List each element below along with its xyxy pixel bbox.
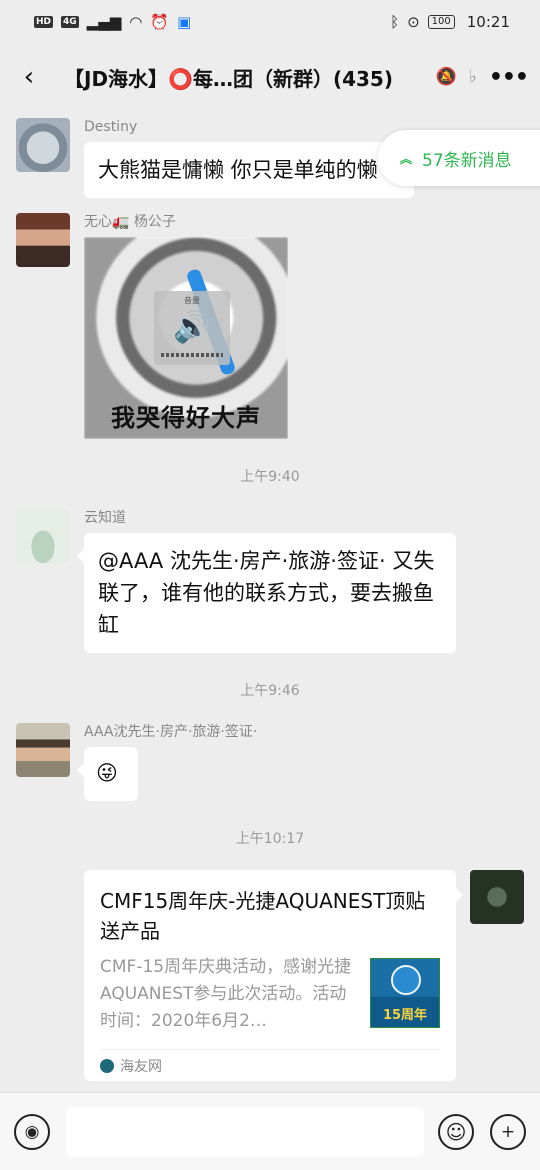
signal-icon: ▂▄▆ <box>86 13 122 31</box>
speaker-icon: 🔊 <box>173 310 211 345</box>
avatar[interactable] <box>16 509 70 563</box>
my-avatar[interactable] <box>470 870 524 924</box>
sender-name: 云知道 <box>84 510 126 526</box>
message-item: AAA沈先生·房产·旅游·签证· 😜 <box>16 723 257 801</box>
smiley-icon: ☺ <box>445 1119 467 1144</box>
message-bubble[interactable]: @AAA 沈先生·房产·旅游·签证· 又失联了，谁有他的联系方式，要去搬鱼缸 <box>77 533 456 653</box>
chat-title: 【JD海水】⭕每…团（新群）(435) <box>64 66 393 91</box>
time-separator: 上午9:46 <box>240 683 300 699</box>
double-chevron-up-icon: ︽ <box>400 151 413 166</box>
message-item: Destiny 大熊猫是慵懒 你只是单纯的懒 <box>16 118 414 198</box>
new-messages-label: 57条新消息 <box>422 150 512 171</box>
thumbnail-text: 15周年 <box>382 1008 428 1023</box>
plus-button[interactable]: + <box>490 1113 526 1150</box>
location-icon: ⊙ <box>407 13 420 31</box>
status-bar: HD 4G ▂▄▆ ◠ ⏰ ▣ ᛒ ⊙ 100 10:21 <box>0 0 540 44</box>
status-time: 10:21 <box>466 13 510 31</box>
sticker-image[interactable]: 音量 🔊 我哭得好大声 <box>84 237 288 439</box>
link-card-source: 海友网 <box>120 1058 162 1075</box>
message-bubble[interactable]: 😜 <box>77 747 138 801</box>
more-button[interactable]: ••• <box>489 65 529 90</box>
message-item: 云知道 @AAA 沈先生·房产·旅游·签证· 又失联了，谁有他的联系方式，要去搬… <box>16 509 456 653</box>
new-messages-button[interactable]: ︽ 57条新消息 <box>378 130 540 186</box>
source-icon <box>100 1058 114 1073</box>
link-card-thumbnail: 15周年 <box>370 958 440 1028</box>
wifi-icon: ◠ <box>129 13 143 31</box>
volume-bar <box>161 353 223 357</box>
voice-button[interactable]: ◉ <box>14 1113 50 1150</box>
hd-indicator: HD <box>34 16 54 28</box>
time-separator: 上午10:17 <box>235 831 305 847</box>
battery-indicator: 100 <box>427 15 455 29</box>
sender-name: Destiny <box>84 119 138 135</box>
sender-name: AAA沈先生·房产·旅游·签证· <box>84 724 258 740</box>
message-input[interactable] <box>66 1106 424 1157</box>
thumbnail-logo-icon <box>391 965 421 995</box>
back-button[interactable]: ‹ <box>12 57 46 97</box>
link-card-title: CMF15周年庆-光捷AQUANEST顶贴送产品 <box>100 889 426 943</box>
link-card-footer: 海友网 <box>100 1049 440 1081</box>
avatar[interactable] <box>16 213 70 267</box>
bluetooth-icon: ᛒ <box>390 13 400 31</box>
link-card-description: CMF-15周年庆典活动，感谢光捷AQUANEST参与此次活动。活动时间：202… <box>100 957 352 1031</box>
alipay-icon: ▣ <box>177 13 192 31</box>
network-type-indicator: 4G <box>61 16 79 28</box>
message-item: CMF15周年庆-光捷AQUANEST顶贴送产品 CMF-15周年庆典活动，感谢… <box>84 870 524 1081</box>
chevron-left-icon: ‹ <box>23 62 35 92</box>
link-card[interactable]: CMF15周年庆-光捷AQUANEST顶贴送产品 CMF-15周年庆典活动，感谢… <box>84 870 463 1081</box>
message-bubble[interactable]: 大熊猫是慵懒 你只是单纯的懒 <box>84 142 414 198</box>
avatar[interactable] <box>16 118 70 172</box>
ear-icon: ♭ <box>468 67 477 87</box>
alarm-icon: ⏰ <box>150 13 170 31</box>
time-separator: 上午9:40 <box>240 469 300 485</box>
chat-header: ‹ 【JD海水】⭕每…团（新群）(435) 🔕 ♭ ••• <box>0 44 540 110</box>
sender-name: 无心🚛 杨公子 <box>84 214 176 230</box>
plus-icon: + <box>500 1121 516 1142</box>
voice-icon: ◉ <box>24 1121 40 1142</box>
message-item: 无心🚛 杨公子 音量 🔊 我哭得好大声 <box>16 213 288 439</box>
sticker-caption: 我哭得好大声 <box>111 404 261 432</box>
volume-overlay-title: 音量 <box>184 296 200 305</box>
avatar[interactable] <box>16 723 70 777</box>
mute-bell-icon: 🔕 <box>435 67 457 87</box>
emoji-button[interactable]: ☺ <box>438 1113 474 1150</box>
volume-overlay: 音量 🔊 <box>154 291 230 365</box>
input-bar: ◉ ☺ + <box>0 1092 540 1170</box>
